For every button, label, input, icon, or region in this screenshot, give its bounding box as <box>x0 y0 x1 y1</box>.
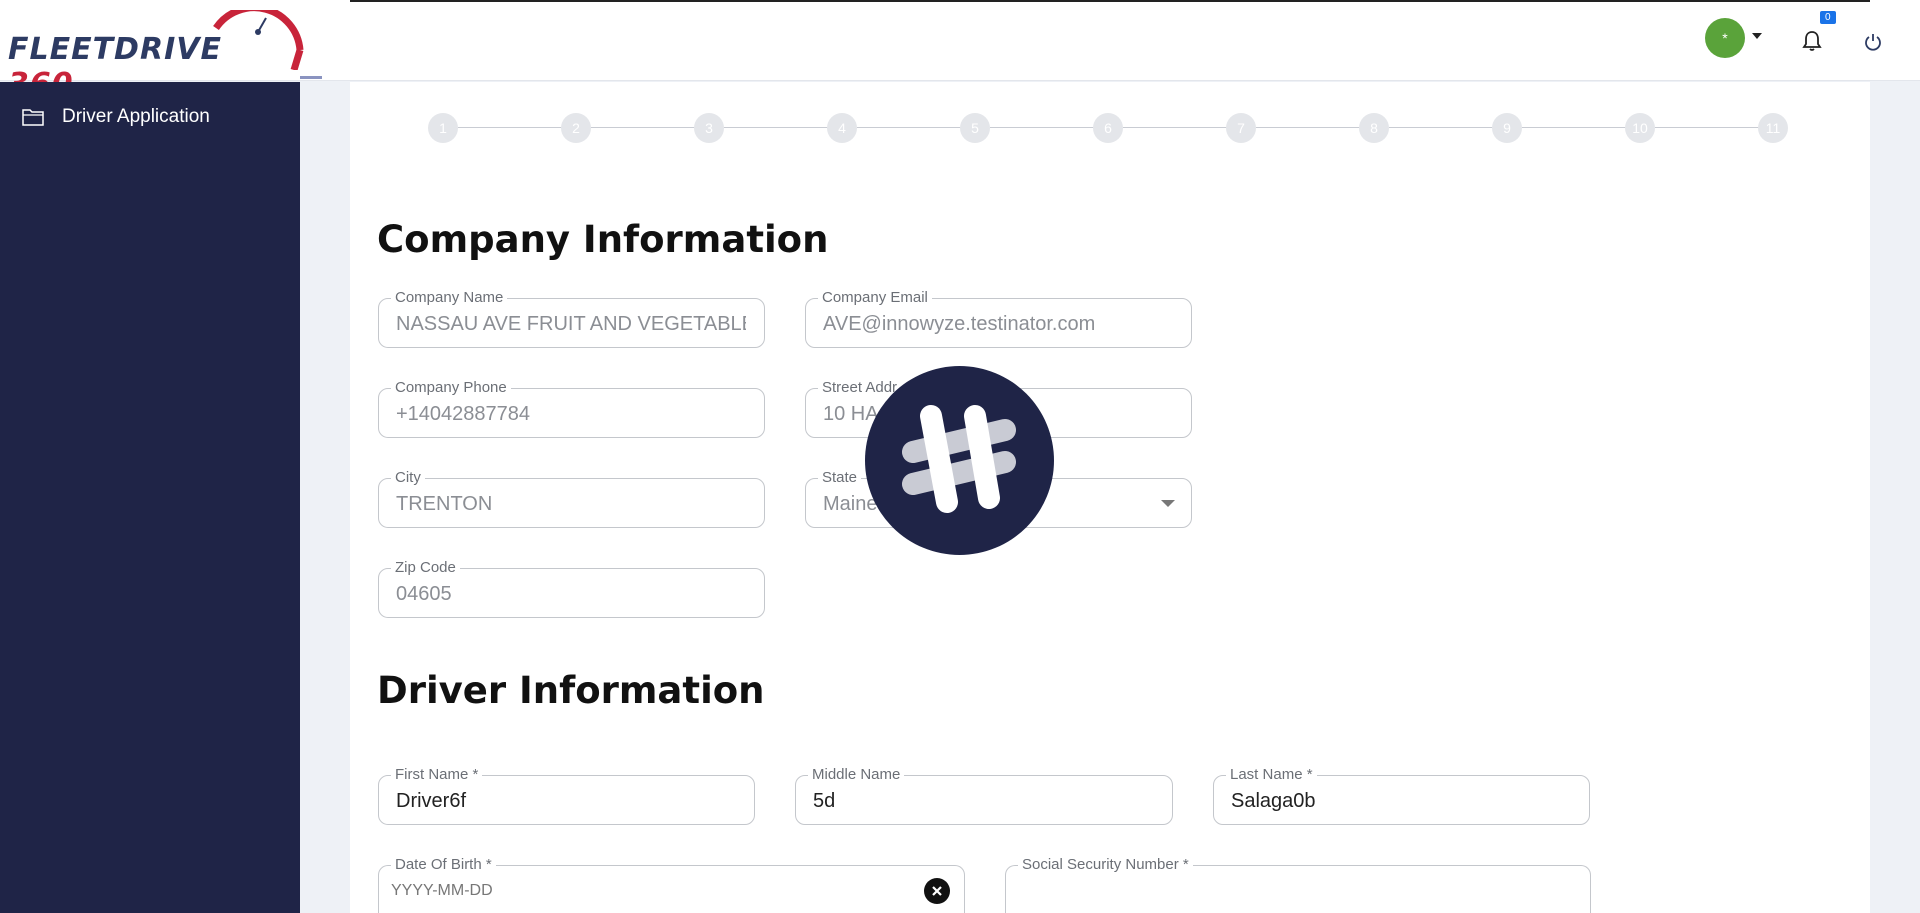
first-name-field[interactable]: First Name * Driver6f <box>378 766 755 825</box>
field-value: AVE@innowyze.testinator.com <box>823 313 1096 335</box>
field-label: Company Email <box>818 289 932 306</box>
field-label: State <box>818 469 862 486</box>
field-value: TRENTON <box>396 493 493 515</box>
field-value: 04605 <box>396 583 452 605</box>
field-value: +14042887784 <box>396 403 531 425</box>
step-9[interactable]: 9 <box>1492 113 1522 143</box>
stepper: 1 2 3 4 5 6 7 8 9 10 11 <box>428 113 1792 143</box>
field-label: First Name * <box>391 766 483 783</box>
close-icon <box>932 886 942 896</box>
field-value: Salaga0b <box>1231 790 1316 812</box>
city-field[interactable]: City TRENTON <box>378 469 765 528</box>
power-icon[interactable] <box>1863 32 1883 52</box>
step-connector <box>990 127 1094 128</box>
step-connector <box>1123 127 1227 128</box>
company-email-field[interactable]: Company Email AVE@innowyze.testinator.co… <box>805 289 1192 348</box>
avatar[interactable]: * <box>1705 18 1745 58</box>
notification-badge: 0 <box>1820 11 1836 24</box>
zip-code-field[interactable]: Zip Code 04605 <box>378 559 765 618</box>
step-connector <box>591 127 695 128</box>
top-header: FLEETDRIVE 360 * 0 <box>0 0 1920 102</box>
sidebar-item-label: Driver Application <box>62 106 210 127</box>
field-label: Middle Name <box>808 766 905 783</box>
field-value: NASSAU AVE FRUIT AND VEGETABLE I <box>396 313 746 335</box>
step-5[interactable]: 5 <box>960 113 990 143</box>
middle-name-field[interactable]: Middle Name 5d <box>795 766 1173 825</box>
company-name-field[interactable]: Company Name NASSAU AVE FRUIT AND VEGETA… <box>378 289 765 348</box>
folder-icon <box>22 109 44 126</box>
top-divider <box>350 0 1870 2</box>
bell-icon[interactable] <box>1802 30 1822 52</box>
dropdown-arrow-icon[interactable] <box>1161 500 1175 507</box>
company-information-heading: Company Information <box>377 218 829 261</box>
step-connector <box>857 127 961 128</box>
field-label: Company Phone <box>391 379 511 396</box>
step-connector <box>1655 127 1759 128</box>
step-2[interactable]: 2 <box>561 113 591 143</box>
field-label: Last Name * <box>1226 766 1317 783</box>
sidebar <box>0 82 300 913</box>
step-11[interactable]: 11 <box>1758 113 1788 143</box>
date-of-birth-field[interactable]: Date Of Birth * YYYY-MM-DD <box>378 856 965 913</box>
field-value: 5d <box>813 790 836 812</box>
step-6[interactable]: 6 <box>1093 113 1123 143</box>
step-connector <box>458 127 562 128</box>
step-7[interactable]: 7 <box>1226 113 1256 143</box>
chevron-down-icon[interactable] <box>1752 33 1762 39</box>
floating-widget-button[interactable] <box>865 366 1054 555</box>
step-connector <box>1256 127 1360 128</box>
sidebar-item-driver-application[interactable]: Driver Application <box>22 106 210 128</box>
step-8[interactable]: 8 <box>1359 113 1389 143</box>
company-phone-field[interactable]: Company Phone +14042887784 <box>378 379 765 438</box>
driver-information-heading: Driver Information <box>377 669 765 712</box>
clear-date-button[interactable] <box>924 878 950 904</box>
last-name-field[interactable]: Last Name * Salaga0b <box>1213 766 1590 825</box>
step-10[interactable]: 10 <box>1625 113 1655 143</box>
field-label: Social Security Number * <box>1018 856 1193 873</box>
hashtag-logo-icon <box>902 405 1016 513</box>
step-4[interactable]: 4 <box>827 113 857 143</box>
step-3[interactable]: 3 <box>694 113 724 143</box>
field-value: Driver6f <box>396 790 467 812</box>
field-label: City <box>391 469 425 486</box>
step-connector <box>1389 127 1493 128</box>
field-label: Company Name <box>391 289 508 306</box>
social-security-number-field[interactable]: Social Security Number * <box>1005 856 1591 913</box>
step-connector <box>1522 127 1626 128</box>
avatar-text: * <box>1722 30 1728 46</box>
step-connector <box>724 127 828 128</box>
field-label: Zip Code <box>391 559 460 576</box>
sidebar-toggle-indicator <box>300 76 322 79</box>
date-placeholder: YYYY-MM-DD <box>391 882 493 899</box>
fleetdrive-logo[interactable]: FLEETDRIVE 360 <box>8 10 304 102</box>
step-1[interactable]: 1 <box>428 113 458 143</box>
field-label: Date Of Birth * <box>391 856 496 873</box>
